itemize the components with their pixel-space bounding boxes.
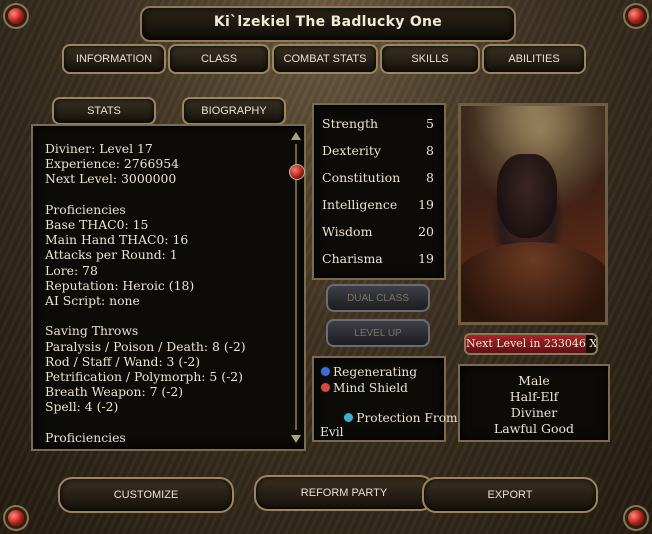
effect-label: Mind Shield bbox=[333, 381, 408, 395]
stats-scrollbar[interactable] bbox=[289, 130, 305, 445]
attributes-panel: Strength 5 Dexterity 8 Constitution 8 In… bbox=[312, 103, 446, 280]
tab-combat-stats[interactable]: COMBAT STATS bbox=[272, 44, 378, 74]
attribute-row: Dexterity 8 bbox=[314, 138, 444, 164]
tab-information[interactable]: INFORMATION bbox=[62, 44, 166, 74]
scroll-thumb[interactable] bbox=[289, 164, 305, 180]
xp-progress-label: Next Level in 233046 XP bbox=[466, 337, 598, 350]
protection-from-evil-icon bbox=[343, 412, 355, 423]
character-record-screen: Ki`lzekiel The Badlucky One INFORMATION … bbox=[0, 0, 652, 534]
dual-class-button[interactable]: DUAL CLASS bbox=[326, 284, 430, 312]
attribute-label: Intelligence bbox=[322, 197, 398, 212]
attribute-label: Strength bbox=[322, 116, 379, 131]
attribute-row: Wisdom 20 bbox=[314, 219, 444, 245]
character-name: Ki`lzekiel The Badlucky One bbox=[213, 14, 443, 30]
effect-item: Protection From Evil bbox=[320, 397, 458, 453]
tab-abilities[interactable]: ABILITIES bbox=[482, 44, 586, 74]
stats-text: Diviner: Level 17 Experience: 2766954 Ne… bbox=[45, 141, 246, 445]
character-info-panel: Male Half-Elf Diviner Lawful Good bbox=[458, 364, 610, 442]
attribute-row: Strength 5 bbox=[314, 111, 444, 137]
customize-button[interactable]: CUSTOMIZE bbox=[58, 477, 234, 513]
alignment-text: Lawful Good bbox=[493, 421, 575, 436]
tab-skills[interactable]: SKILLS bbox=[380, 44, 480, 74]
gender-text: Male bbox=[518, 373, 550, 388]
gem-ornament-icon bbox=[628, 510, 644, 526]
attribute-row: Charisma 19 bbox=[314, 246, 444, 272]
class-text: Diviner bbox=[510, 405, 558, 420]
subtab-biography[interactable]: BIOGRAPHY bbox=[182, 97, 286, 125]
attribute-label: Constitution bbox=[322, 170, 401, 185]
export-button[interactable]: EXPORT bbox=[422, 477, 598, 513]
reform-party-button[interactable]: REFORM PARTY bbox=[254, 475, 434, 511]
title-plate: Ki`lzekiel The Badlucky One bbox=[140, 6, 516, 42]
effect-item: Mind Shield bbox=[320, 381, 408, 395]
tab-class[interactable]: CLASS bbox=[168, 44, 270, 74]
scroll-up-icon[interactable] bbox=[291, 132, 301, 140]
mind-shield-icon bbox=[320, 382, 331, 393]
effects-panel: Regenerating Mind Shield Protection From… bbox=[312, 356, 458, 442]
subtab-stats[interactable]: STATS bbox=[52, 97, 156, 125]
attribute-row: Constitution 8 bbox=[314, 165, 444, 191]
attribute-value: 19 bbox=[418, 251, 434, 266]
effect-label: Regenerating bbox=[333, 365, 418, 379]
scroll-track[interactable] bbox=[295, 144, 297, 430]
attribute-value: 8 bbox=[426, 143, 434, 158]
gem-ornament-icon bbox=[8, 8, 24, 24]
gem-ornament-icon bbox=[8, 510, 24, 526]
attribute-label: Dexterity bbox=[322, 143, 381, 158]
attribute-value: 20 bbox=[418, 224, 434, 239]
character-portrait[interactable] bbox=[458, 103, 608, 325]
stats-panel: Diviner: Level 17 Experience: 2766954 Ne… bbox=[31, 124, 306, 451]
portrait-face bbox=[497, 154, 557, 238]
attribute-value: 5 bbox=[426, 116, 434, 131]
attribute-label: Wisdom bbox=[322, 224, 373, 239]
gem-ornament-icon bbox=[628, 8, 644, 24]
scroll-down-icon[interactable] bbox=[291, 435, 301, 443]
xp-progress-bar: Next Level in 233046 XP bbox=[464, 333, 598, 355]
effect-label: Protection From Evil bbox=[320, 411, 458, 439]
portrait-shoulders bbox=[461, 242, 605, 322]
race-text: Half-Elf bbox=[509, 389, 559, 404]
attribute-row: Intelligence 19 bbox=[314, 192, 444, 218]
effect-item: Regenerating bbox=[320, 365, 417, 379]
level-up-button[interactable]: LEVEL UP bbox=[326, 319, 430, 347]
attribute-label: Charisma bbox=[322, 251, 383, 266]
regenerating-icon bbox=[320, 366, 331, 377]
attribute-value: 8 bbox=[426, 170, 434, 185]
attribute-value: 19 bbox=[418, 197, 434, 212]
